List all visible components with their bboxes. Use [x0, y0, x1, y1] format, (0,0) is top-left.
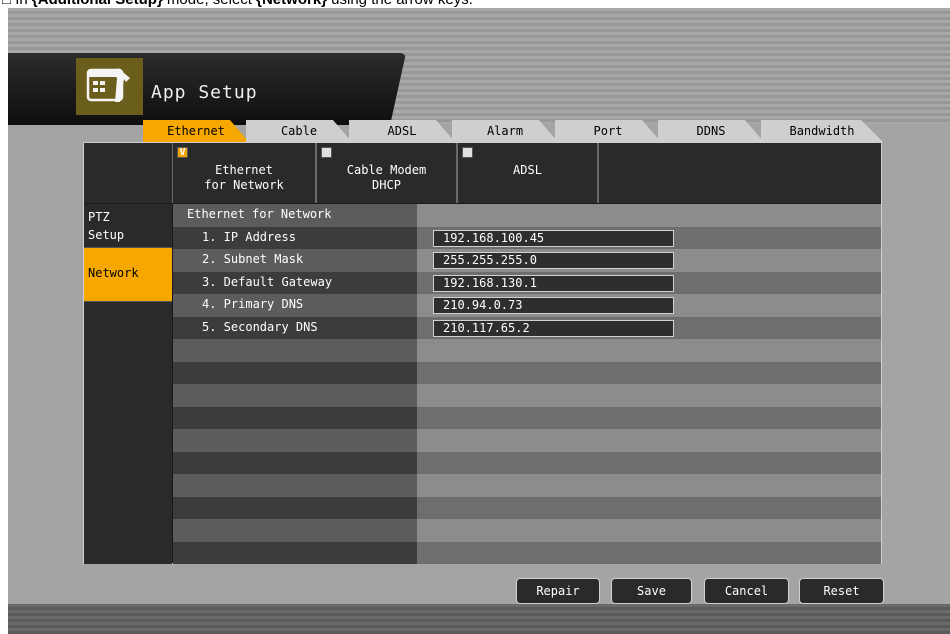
setup-tools-icon: [86, 68, 130, 102]
sidebar-item-ptz-setup[interactable]: PTZ Setup: [84, 204, 172, 248]
checkbox-checked-icon[interactable]: V: [177, 147, 188, 158]
sidebar-item-network[interactable]: Network: [84, 248, 172, 302]
empty-row: [173, 361, 881, 384]
section-header-row: Ethernet for Network: [173, 204, 881, 227]
tab-label: DDNS: [696, 124, 726, 138]
default-gateway-field[interactable]: 192.168.130.1: [433, 274, 674, 292]
settings-rows: Ethernet for Network 1. IP Address 192.1…: [173, 204, 881, 564]
option-adsl[interactable]: ADSL: [457, 143, 598, 203]
caption-target: {Network}: [256, 0, 327, 8]
tab-label: ADSL: [387, 124, 417, 138]
option-label: ADSL: [513, 163, 542, 177]
setting-label: 5. Secondary DNS: [202, 319, 318, 334]
caption-suffix: using the arrow keys.: [327, 0, 473, 8]
tab-label: Bandwidth: [789, 124, 855, 138]
tab-label: Cable: [280, 124, 318, 138]
reset-button[interactable]: Reset: [799, 578, 884, 604]
tab-label: Ethernet: [167, 124, 225, 138]
bottom-scanlines: [8, 604, 950, 634]
section-title: Ethernet for Network: [187, 207, 332, 221]
option-ethernet[interactable]: V Ethernet for Network: [172, 143, 316, 203]
setting-label: 3. Default Gateway: [202, 274, 333, 289]
empty-row: [173, 384, 881, 407]
subnet-mask-field[interactable]: 255.255.255.0: [433, 252, 674, 269]
option-label: Cable Modem DHCP: [346, 163, 427, 192]
table-row: 3. Default Gateway 192.168.130.1: [173, 271, 881, 294]
table-row: 5. Secondary DNS 210.117.65.2: [173, 316, 881, 339]
empty-row: [173, 406, 881, 429]
table-row: 4. Primary DNS 210.94.0.73: [173, 294, 881, 317]
option-empty: [598, 143, 881, 203]
empty-row: [173, 541, 881, 564]
ip-address-field[interactable]: 192.168.100.45: [433, 229, 674, 247]
empty-row: [173, 474, 881, 497]
save-button[interactable]: Save: [611, 578, 692, 604]
primary-dns-field[interactable]: 210.94.0.73: [433, 297, 674, 314]
empty-row: [173, 451, 881, 474]
caption-mode: {Additional Setup}: [32, 0, 163, 8]
caption-prefix: □ In: [2, 0, 32, 8]
option-cable-modem[interactable]: Cable Modem DHCP: [316, 143, 457, 203]
table-row: 2. Subnet Mask 255.255.255.0: [173, 249, 881, 272]
setting-label: 2. Subnet Mask: [202, 252, 304, 266]
sidebar: PTZ Setup Network: [84, 204, 172, 564]
checkbox-icon[interactable]: [462, 147, 473, 158]
dvr-screen: App Setup Ethernet Cable ADSL Alarm Port…: [8, 8, 950, 634]
empty-row: [173, 339, 881, 362]
tab-label: Port: [593, 124, 623, 138]
settings-table: V Ethernet for Network Cable Modem DHCP …: [83, 142, 882, 564]
connection-options: V Ethernet for Network Cable Modem DHCP …: [84, 143, 881, 203]
empty-row: [173, 519, 881, 542]
window-title: App Setup: [151, 82, 258, 103]
option-label: Ethernet for Network: [204, 163, 284, 192]
cancel-button[interactable]: Cancel: [704, 578, 789, 604]
setting-label: 4. Primary DNS: [202, 297, 304, 311]
checkbox-icon[interactable]: [321, 147, 332, 158]
secondary-dns-field[interactable]: 210.117.65.2: [433, 319, 674, 337]
empty-row: [173, 429, 881, 452]
caption-middle: mode, select: [163, 0, 256, 8]
repair-button[interactable]: Repair: [516, 578, 600, 604]
table-row: 1. IP Address 192.168.100.45: [173, 226, 881, 249]
tab-label: Alarm: [486, 124, 524, 138]
empty-row: [173, 496, 881, 519]
setting-label: 1. IP Address: [202, 229, 296, 244]
